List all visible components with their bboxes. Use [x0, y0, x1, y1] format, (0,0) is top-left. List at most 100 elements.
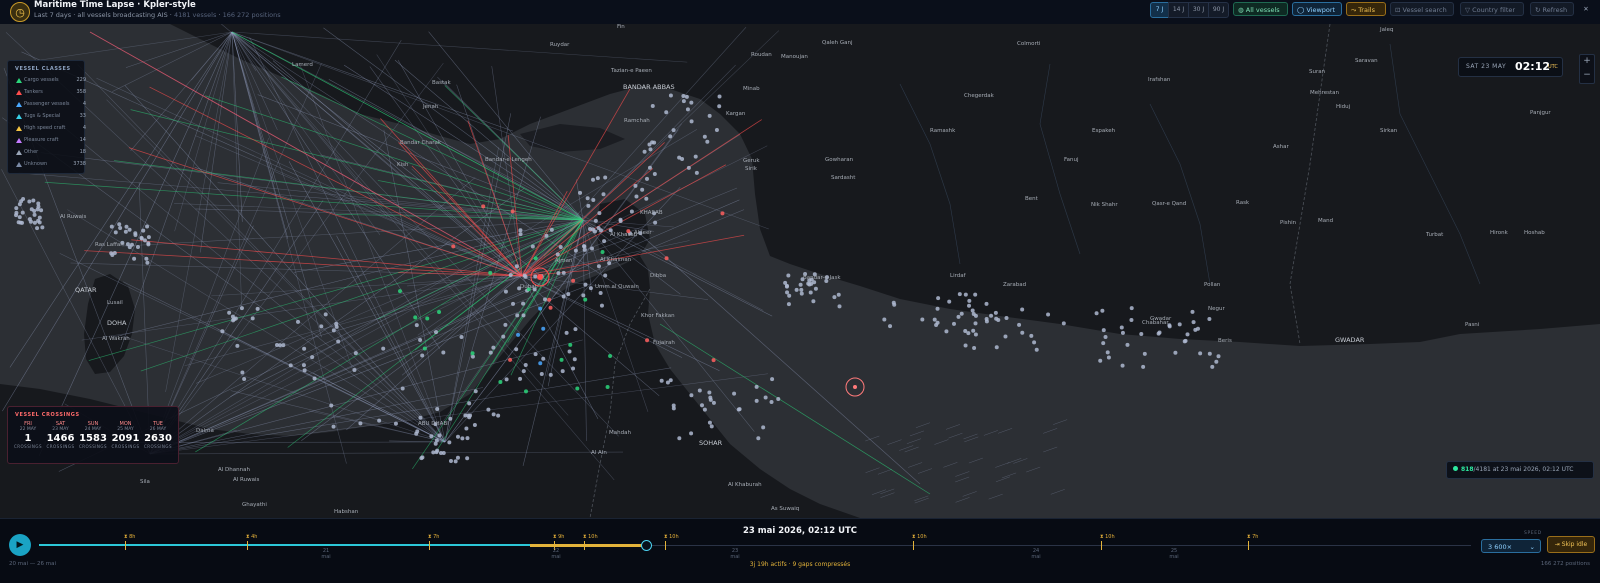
vessel-marker[interactable] — [16, 220, 21, 225]
vessel-marker[interactable] — [798, 282, 803, 287]
vessel-marker[interactable] — [711, 358, 716, 363]
vessel-marker[interactable] — [650, 103, 655, 108]
vessel-marker[interactable] — [36, 204, 41, 209]
vessel-marker[interactable] — [255, 306, 260, 311]
vessel-marker[interactable] — [972, 345, 977, 350]
vessel-marker[interactable] — [602, 239, 607, 244]
vessel-marker[interactable] — [596, 264, 601, 269]
legend-item[interactable]: High speed craft 4 — [16, 125, 86, 135]
vessel-marker[interactable] — [1198, 351, 1203, 356]
vessel-marker[interactable] — [689, 100, 694, 105]
vessel-marker[interactable] — [145, 260, 150, 265]
vessel-marker[interactable] — [644, 176, 649, 181]
vessel-marker[interactable] — [959, 311, 964, 316]
vessel-marker[interactable] — [573, 248, 578, 253]
vessel-marker[interactable] — [567, 349, 572, 354]
vessel-marker[interactable] — [1046, 312, 1051, 317]
vessel-marker[interactable] — [1139, 332, 1144, 337]
vessel-marker[interactable] — [644, 196, 649, 201]
legend-item[interactable]: Other 18 — [16, 149, 86, 159]
vessel-marker[interactable] — [605, 385, 610, 390]
vessel-marker[interactable] — [1120, 363, 1125, 368]
legend-item[interactable]: Tankers 358 — [16, 89, 86, 99]
vessel-marker[interactable] — [832, 295, 837, 300]
vessel-marker[interactable] — [571, 278, 576, 283]
timeline-gap-marker[interactable]: ⧗ 9h — [553, 534, 564, 550]
timeline-gap-marker[interactable]: ⧗ 4h — [246, 534, 257, 550]
vessel-marker[interactable] — [240, 370, 245, 375]
timeline-gap-marker[interactable]: ⧗ 8h — [124, 534, 135, 550]
vessel-marker[interactable] — [523, 274, 528, 279]
vessel-marker[interactable] — [784, 284, 789, 289]
vessel-marker[interactable] — [301, 363, 306, 368]
vessel-marker[interactable] — [514, 347, 519, 352]
vessel-marker[interactable] — [538, 361, 543, 366]
vessel-marker[interactable] — [707, 390, 712, 395]
vessel-marker[interactable] — [989, 313, 994, 318]
speed-select[interactable]: 3 600× ⌄ — [1481, 539, 1541, 553]
close-button[interactable]: ✕ — [1578, 2, 1594, 16]
vessel-marker[interactable] — [671, 128, 676, 133]
vessel-marker[interactable] — [109, 224, 114, 229]
vessel-marker[interactable] — [503, 289, 508, 294]
vessel-marker[interactable] — [583, 297, 588, 302]
vessel-marker[interactable] — [754, 398, 759, 403]
vessel-marker[interactable] — [1100, 308, 1105, 313]
vessel-marker[interactable] — [501, 334, 506, 339]
vessel-marker[interactable] — [496, 413, 501, 418]
vessel-marker[interactable] — [888, 324, 893, 329]
timeline-scrubber-handle[interactable] — [641, 540, 652, 551]
vessel-marker[interactable] — [539, 371, 544, 376]
viewport-button[interactable]: ◯ Viewport — [1292, 2, 1342, 16]
vessel-marker[interactable] — [564, 330, 569, 335]
vessel-marker[interactable] — [582, 247, 587, 252]
vessel-marker[interactable] — [117, 222, 122, 227]
zoom-in-button[interactable]: + — [1580, 55, 1594, 69]
vessel-marker[interactable] — [39, 208, 44, 213]
vessel-marker[interactable] — [135, 245, 140, 250]
vessel-marker[interactable] — [533, 352, 538, 357]
legend-item[interactable]: Unknown 3738 — [16, 161, 86, 171]
vessel-marker[interactable] — [1207, 351, 1212, 356]
vessel-marker[interactable] — [603, 175, 608, 180]
vessel-marker[interactable] — [549, 227, 554, 232]
vessel-marker[interactable] — [538, 306, 543, 311]
country-filter-button[interactable]: ▽ Country filter — [1460, 2, 1524, 16]
skip-idle-button[interactable]: ⇥ Skip idle — [1547, 536, 1595, 553]
all-vessels-button[interactable]: ◍ All vessels — [1233, 2, 1288, 16]
vessel-marker[interactable] — [543, 297, 548, 302]
vessel-marker[interactable] — [470, 354, 475, 359]
vessel-marker[interactable] — [516, 332, 521, 337]
vessel-marker[interactable] — [556, 271, 561, 276]
vessel-marker[interactable] — [590, 246, 595, 251]
vessel-marker[interactable] — [588, 286, 593, 291]
vessel-marker[interactable] — [250, 316, 255, 321]
vessel-marker[interactable] — [633, 183, 638, 188]
vessel-marker[interactable] — [481, 204, 486, 209]
vessel-marker[interactable] — [533, 274, 538, 279]
vessel-marker[interactable] — [583, 282, 588, 287]
vessel-marker[interactable] — [957, 292, 962, 297]
vessel-marker[interactable] — [448, 459, 453, 464]
vessel-marker[interactable] — [498, 379, 503, 384]
vessel-marker[interactable] — [603, 273, 608, 278]
vessel-marker[interactable] — [312, 376, 317, 381]
vessel-marker[interactable] — [732, 391, 737, 396]
vessel-marker[interactable] — [652, 172, 657, 177]
vessel-marker[interactable] — [521, 369, 526, 374]
vessel-marker[interactable] — [776, 396, 781, 401]
vessel-marker[interactable] — [634, 194, 639, 199]
vessel-marker[interactable] — [491, 345, 496, 350]
vessel-marker[interactable] — [681, 99, 686, 104]
vessel-marker[interactable] — [530, 244, 535, 249]
vessel-marker[interactable] — [465, 456, 470, 461]
vessel-marker[interactable] — [1183, 338, 1188, 343]
refresh-button[interactable]: ↻ Refresh — [1530, 2, 1574, 16]
vessel-marker[interactable] — [970, 308, 975, 313]
vessel-marker[interactable] — [1156, 331, 1161, 336]
vessel-marker[interactable] — [112, 251, 117, 256]
vessel-marker[interactable] — [799, 287, 804, 292]
vessel-marker[interactable] — [1207, 317, 1212, 322]
vessel-marker[interactable] — [40, 225, 45, 230]
vessel-marker[interactable] — [451, 244, 456, 249]
